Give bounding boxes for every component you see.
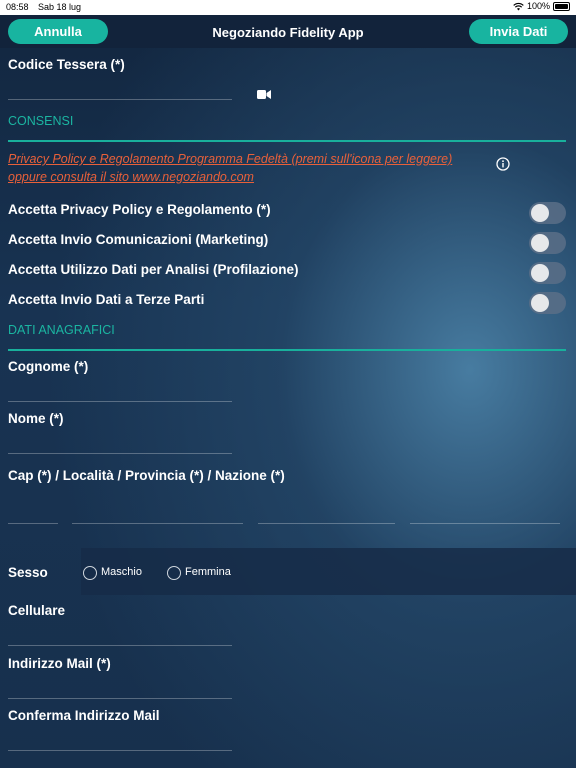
gender-options-panel: Maschio Femmina [81,548,576,595]
radio-female-label[interactable]: Femmina [185,566,231,578]
country-input[interactable] [410,523,560,524]
consents-divider [8,140,566,142]
radio-male-label[interactable]: Maschio [101,566,142,578]
toggle-privacy[interactable] [529,202,566,224]
toggle-knob [531,294,549,312]
radio-female[interactable] [167,566,181,580]
toggle-label-profiling: Accetta Utilizzo Dati per Analisi (Profi… [8,262,299,277]
toggle-knob [531,234,549,252]
confirm-email-label: Conferma Indirizzo Mail [8,708,160,723]
status-date: Sab 18 lug [38,2,82,12]
toggle-third-parties[interactable] [529,292,566,314]
radio-male[interactable] [83,566,97,580]
wifi-icon [513,2,524,10]
surname-label: Cognome (*) [8,359,89,374]
battery-percentage: 100% [526,1,550,11]
toggle-knob [531,204,549,222]
status-right: 100% [513,1,570,11]
nav-bar: Annulla Negoziando Fidelity App Invia Da… [0,15,576,48]
toggle-label-marketing: Accetta Invio Comunicazioni (Marketing) [8,232,269,247]
video-camera-icon[interactable] [257,89,271,100]
gender-row: Sesso Maschio Femmina [0,548,576,595]
cap-input[interactable] [8,523,58,524]
consents-section-title: CONSENSI [8,114,74,128]
status-time: 08:58 [6,2,29,12]
personal-section-title: DATI ANAGRAFICI [8,323,115,337]
privacy-policy-link[interactable]: Privacy Policy e Regolamento Programma F… [8,150,478,186]
name-input[interactable] [8,453,232,454]
toggle-knob [531,264,549,282]
card-code-label: Codice Tessera (*) [8,57,125,72]
mobile-input[interactable] [8,645,232,646]
province-input[interactable] [258,523,395,524]
gender-label: Sesso [8,565,48,580]
mobile-label: Cellulare [8,603,66,618]
surname-input[interactable] [8,401,232,402]
address-label: Cap (*) / Località / Provincia (*) / Naz… [8,468,285,483]
card-code-input[interactable] [8,99,232,100]
toggle-marketing[interactable] [529,232,566,254]
email-input[interactable] [8,698,232,699]
confirm-email-input[interactable] [8,750,232,751]
personal-divider [8,349,566,351]
toggle-label-third-parties: Accetta Invio Dati a Terze Parti [8,292,205,307]
name-label: Nome (*) [8,411,64,426]
battery-icon [553,1,570,11]
info-icon[interactable] [496,157,510,171]
toggle-profiling[interactable] [529,262,566,284]
locality-input[interactable] [72,523,243,524]
email-label: Indirizzo Mail (*) [8,656,111,671]
status-bar: 08:58 Sab 18 lug 100% [0,0,576,15]
toggle-label-privacy: Accetta Privacy Policy e Regolamento (*) [8,202,271,217]
submit-button[interactable]: Invia Dati [469,19,568,44]
